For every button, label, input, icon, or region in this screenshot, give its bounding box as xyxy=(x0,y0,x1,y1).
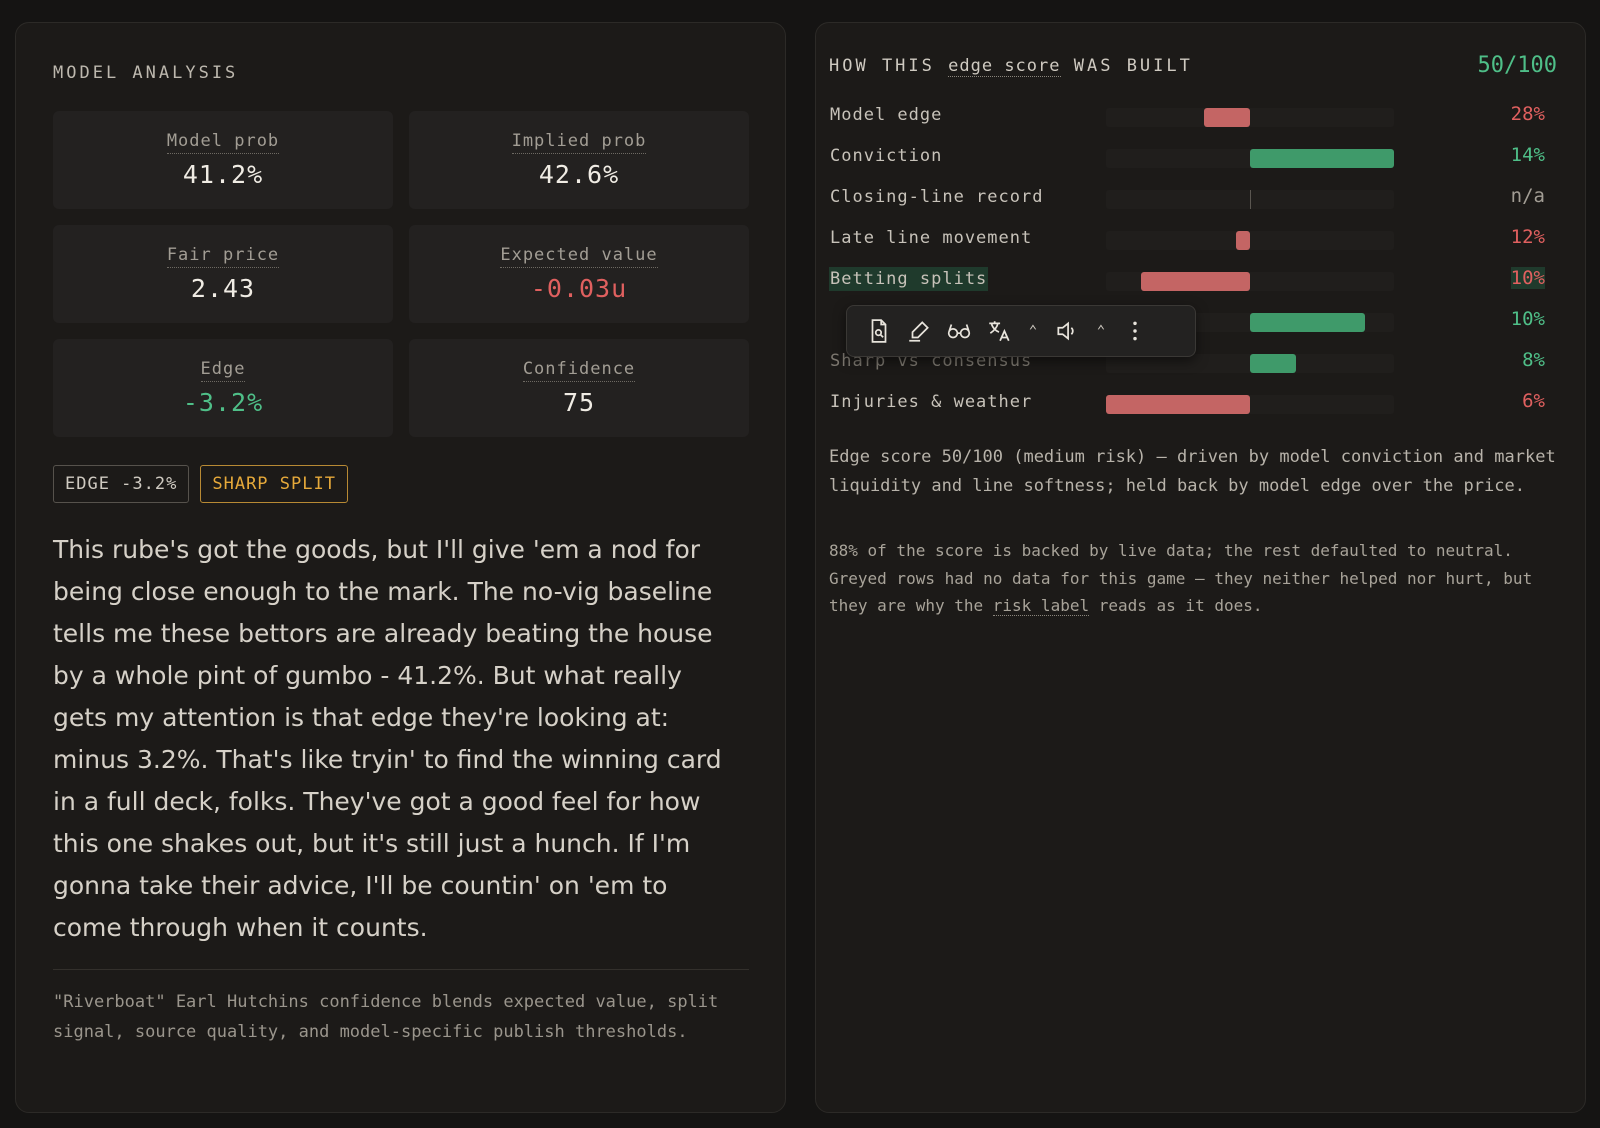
score-bar-track xyxy=(1106,149,1394,168)
tag-chips: EDGE -3.2% SHARP SPLIT xyxy=(53,465,348,503)
metric-value: 2.43 xyxy=(190,274,256,303)
score-bar-track xyxy=(1106,272,1394,291)
score-row-weight: 28% xyxy=(1510,103,1545,125)
score-bar-fill xyxy=(1140,272,1250,291)
score-row: Injuries & weather 6% xyxy=(829,384,1559,425)
sharp-split-chip: SHARP SPLIT xyxy=(200,465,348,503)
section-title: MODEL ANALYSIS xyxy=(53,63,239,83)
metric-value: 41.2% xyxy=(182,160,264,189)
score-row: Model edge 28% xyxy=(829,97,1559,138)
risk-label-term[interactable]: risk label xyxy=(992,596,1090,616)
metric-confidence: Confidence 75 xyxy=(409,339,749,437)
score-row: Betting splits 10% xyxy=(829,261,1559,302)
footnote: "Riverboat" Earl Hutchins confidence ble… xyxy=(53,992,719,1042)
score-row-label: Betting splits xyxy=(829,267,989,291)
title-post: WAS BUILT xyxy=(1073,56,1193,76)
highlighter-icon[interactable] xyxy=(899,311,939,351)
score-row-label: Late line movement xyxy=(830,228,1033,248)
score-row: Conviction 14% xyxy=(829,138,1559,179)
metric-edge: Edge -3.2% xyxy=(53,339,393,437)
floating-toolbar: ⌃ ⌃ xyxy=(846,305,1196,357)
chevron-up-icon[interactable]: ⌃ xyxy=(1019,311,1047,351)
score-row-label: Conviction xyxy=(830,146,943,166)
score-bar-track xyxy=(1106,108,1394,127)
score-summary: Edge score 50/100 (medium risk) — driven… xyxy=(829,447,1556,496)
score-breakdown: Model edge 28% Conviction 14% Closing-line r… xyxy=(829,97,1559,425)
score-bar-track xyxy=(1106,190,1394,209)
score-bar-fill xyxy=(1203,108,1250,127)
analysis-text: This rube's got the goods, but I'll give… xyxy=(53,535,722,942)
score-bar-fill xyxy=(1250,354,1297,373)
metric-grid: Model prob 41.2% Implied prob 42.6% Fair… xyxy=(53,111,749,437)
score-bar-fill xyxy=(1106,395,1250,414)
metric-value: 42.6% xyxy=(538,160,620,189)
score-row-label: Model edge xyxy=(830,105,943,125)
translate-icon[interactable] xyxy=(979,311,1019,351)
coverage-text-end: reads as it does. xyxy=(1098,596,1263,615)
read-page-icon[interactable] xyxy=(859,311,899,351)
score-bar-track xyxy=(1106,231,1394,250)
score-row-weight: 8% xyxy=(1522,349,1545,371)
metric-label[interactable]: Edge xyxy=(200,359,246,382)
metric-model-prob: Model prob 41.2% xyxy=(53,111,393,209)
edge-score-panel: HOW THIS edge score WAS BUILT 50/100 Mod… xyxy=(815,22,1586,1113)
score-row-weight: 10% xyxy=(1510,267,1545,289)
metric-expected-value: Expected value -0.03u xyxy=(409,225,749,323)
score-row: Late line movement 12% xyxy=(829,220,1559,261)
metric-fair-price: Fair price 2.43 xyxy=(53,225,393,323)
score-row-label xyxy=(829,308,831,312)
score-row: Closing-line record n/a xyxy=(829,179,1559,220)
edge-score-title: HOW THIS edge score WAS BUILT xyxy=(829,56,1193,77)
score-row-weight: 6% xyxy=(1522,390,1545,412)
score-row-weight: n/a xyxy=(1510,185,1545,207)
score-row-label: Closing-line record xyxy=(830,187,1044,207)
edge-score-value: 50/100 xyxy=(1477,53,1557,78)
score-row-weight: 14% xyxy=(1510,144,1545,166)
metric-label[interactable]: Fair price xyxy=(166,245,280,268)
metric-value: -3.2% xyxy=(182,388,264,417)
score-row-weight: 10% xyxy=(1510,308,1545,330)
score-bar-fill xyxy=(1250,149,1394,168)
metric-label[interactable]: Model prob xyxy=(166,131,280,154)
score-bar-fill xyxy=(1250,313,1366,332)
score-bar-track xyxy=(1106,395,1394,414)
model-analysis-panel: MODEL ANALYSIS Model prob 41.2% Implied … xyxy=(15,22,786,1113)
score-row-label: Injuries & weather xyxy=(830,392,1033,412)
chevron-up-icon[interactable]: ⌃ xyxy=(1087,311,1115,351)
speaker-icon[interactable] xyxy=(1047,311,1087,351)
metric-value: -0.03u xyxy=(530,274,628,303)
score-row-weight: 12% xyxy=(1510,226,1545,248)
score-coverage-note: 88% of the score is backed by live data;… xyxy=(829,537,1559,620)
metric-label[interactable]: Confidence xyxy=(522,359,636,382)
metric-implied-prob: Implied prob 42.6% xyxy=(409,111,749,209)
score-bar-fill xyxy=(1235,231,1250,250)
divider xyxy=(53,969,749,970)
title-pre: HOW THIS xyxy=(829,56,935,76)
edge-chip: EDGE -3.2% xyxy=(53,465,190,503)
metric-label[interactable]: Implied prob xyxy=(511,131,647,154)
more-icon[interactable] xyxy=(1115,311,1155,351)
edge-score-term[interactable]: edge score xyxy=(948,56,1061,77)
score-bar-center xyxy=(1250,190,1251,209)
metric-label[interactable]: Expected value xyxy=(500,245,658,268)
glasses-icon[interactable] xyxy=(939,311,979,351)
metric-value: 75 xyxy=(562,388,596,417)
